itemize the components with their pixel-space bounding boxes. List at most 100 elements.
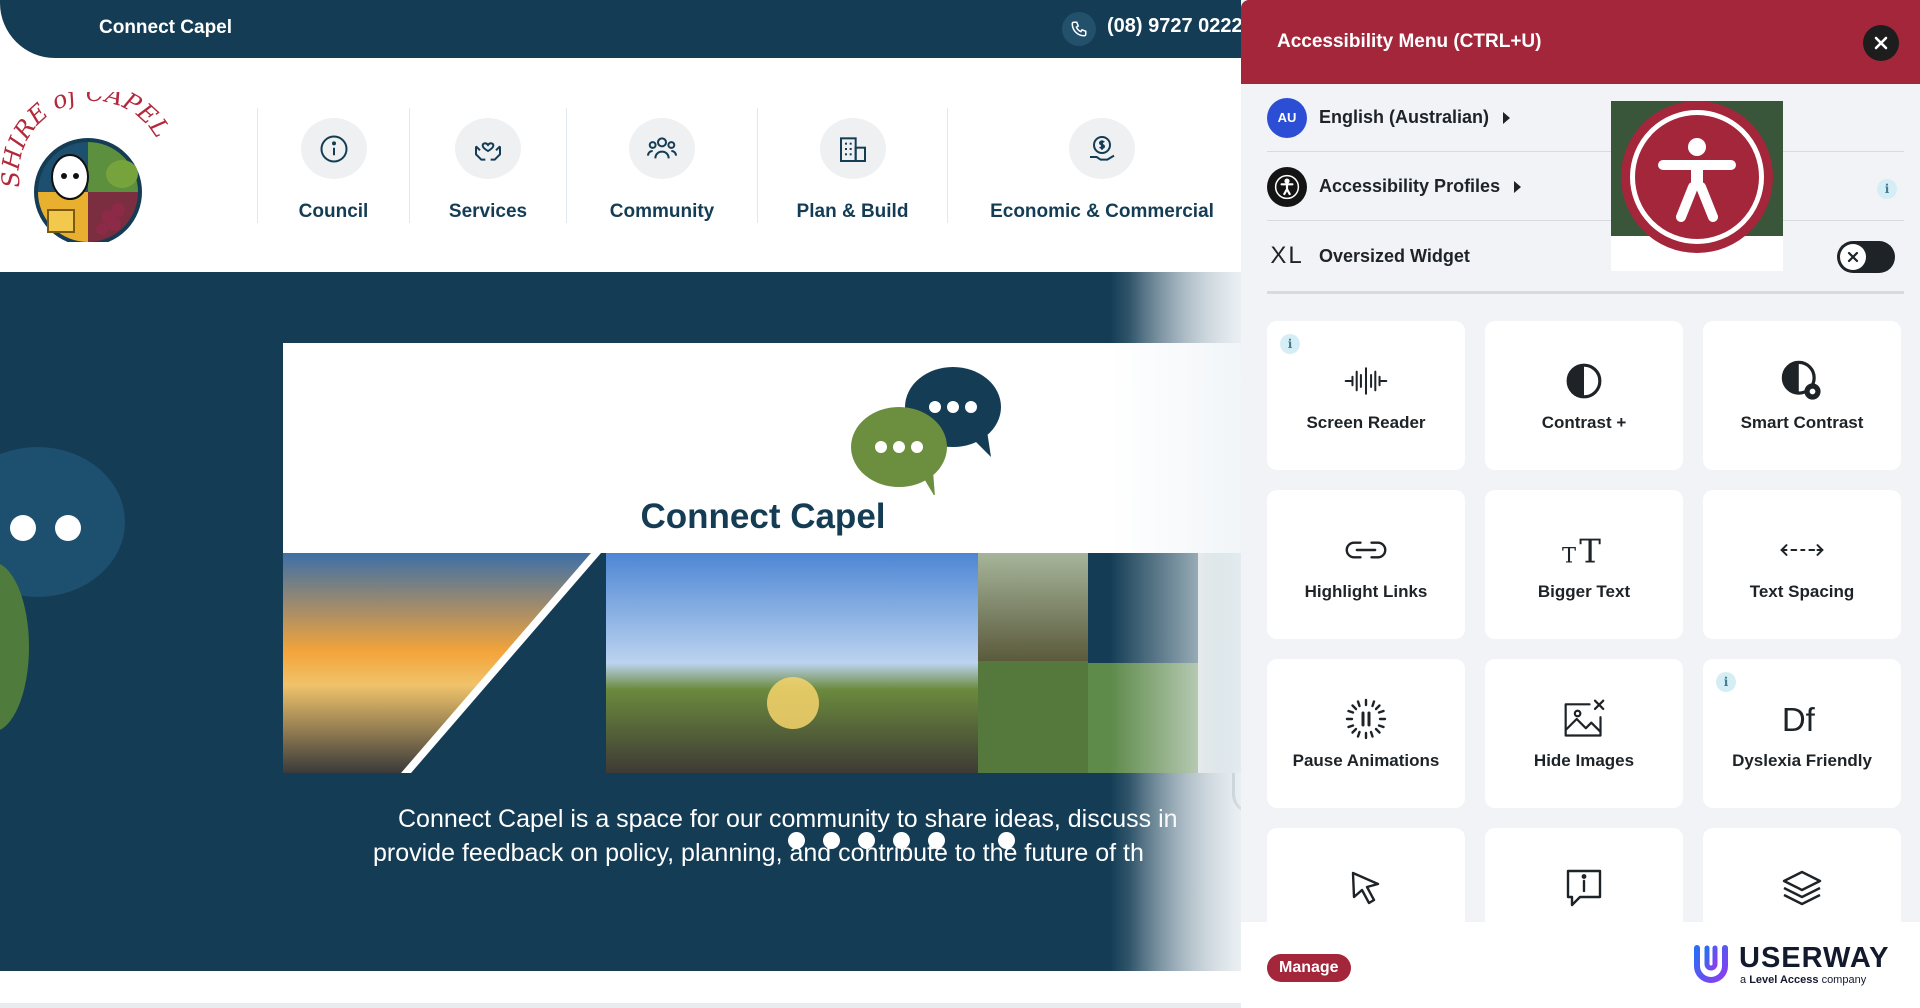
carousel-dot[interactable] [928,832,945,849]
language-selector[interactable]: AU English (Australian) [1267,84,1904,152]
site-brand-link[interactable]: Connect Capel [99,17,232,39]
text-spacing-tile[interactable]: Text Spacing [1703,490,1901,639]
text-size-icon: TT [1562,528,1606,572]
panel-divider [1267,291,1904,294]
chat-bubble-decoration [0,447,125,597]
nav-label: Community [609,201,715,222]
shire-logo[interactable]: SHIRE of CAPEL [0,79,175,246]
nav-services[interactable]: Services [409,108,566,223]
language-badge: AU [1267,97,1307,138]
toggle-off-icon [1840,244,1866,270]
info-icon[interactable]: i [1716,672,1736,692]
hide-images-tile[interactable]: Hide Images [1485,659,1683,808]
pause-circle-icon [1344,697,1388,741]
nav-label: Economic & Commercial [990,201,1214,222]
hero-card-title: Connect Capel [640,497,886,536]
close-button[interactable] [1863,25,1899,61]
oversized-widget-row: XL Oversized Widget [1267,222,1904,290]
panel-title: Accessibility Menu (CTRL+U) [1277,31,1542,52]
highlight-links-tile[interactable]: Highlight Links [1267,490,1465,639]
carousel-dot[interactable] [998,832,1015,849]
tile-label: Bigger Text [1537,582,1631,601]
nav-community[interactable]: Community [566,108,757,223]
hero-fade-overlay [1110,272,1250,971]
svg-text:Df: Df [1782,701,1816,738]
caret-right-icon [1514,180,1522,193]
nav-council[interactable]: Council [257,108,409,223]
profiles-label: Accessibility Profiles [1319,176,1501,196]
carousel-dot[interactable] [858,832,875,849]
dyslexia-friendly-tile[interactable]: i Df Dyslexia Friendly [1703,659,1901,808]
tile-label: Highlight Links [1304,582,1428,601]
money-hand-icon [1069,118,1135,179]
tile-label: Hide Images [1533,751,1635,770]
carousel-dots [788,832,1015,849]
tiles-viewport: i Screen Reader Contrast + Smart Contras… [1241,321,1920,922]
people-icon [629,118,695,179]
accessibility-panel: Accessibility Menu (CTRL+U) AU English (… [1241,0,1920,1008]
carousel-dot-spacer [963,832,980,849]
bigger-text-tile[interactable]: TT Bigger Text [1485,490,1683,639]
close-icon [1874,36,1888,50]
tile-label: Text Spacing [1749,582,1855,601]
userway-u-icon [1694,945,1728,983]
oversized-widget-toggle[interactable] [1837,241,1895,273]
link-icon [1344,528,1388,572]
panel-header: Accessibility Menu (CTRL+U) [1241,0,1920,84]
userway-logo[interactable]: USERWAY a Level Access company [1689,940,1899,990]
phone-number-link[interactable]: (08) 9727 0222 [1107,15,1243,38]
carousel-dot[interactable] [823,832,840,849]
hands-heart-icon [455,118,521,179]
chat-bubbles-icon [833,355,1013,497]
tile-label: Dyslexia Friendly [1732,751,1872,770]
sound-wave-icon [1344,359,1388,403]
feature-grid: i Screen Reader Contrast + Smart Contras… [1267,321,1904,922]
svg-text:T: T [1579,533,1601,567]
hero-photo-collage [283,553,1243,773]
building-icon [819,118,886,179]
tile-label: Smart Contrast [1740,413,1864,432]
nav-economic-commercial[interactable]: Economic & Commercial [947,108,1256,223]
language-label: English (Australian) [1319,107,1490,127]
hero-description-line: provide feedback on policy, planning, an… [373,839,1144,867]
info-icon[interactable]: i [1877,179,1897,199]
accessibility-person-icon [1658,138,1736,222]
tooltip-icon [1562,866,1606,910]
svg-text:T: T [1562,542,1576,567]
userway-widget-button[interactable] [1611,101,1783,271]
layers-icon [1780,866,1824,910]
vendor-name: USERWAY [1739,942,1890,974]
nav-plan-build[interactable]: Plan & Build [757,108,947,223]
spacing-arrows-icon [1780,528,1824,572]
pause-animations-tile[interactable]: Pause Animations [1267,659,1465,808]
phone-icon [1062,12,1096,46]
vendor-tagline: a Level Access company [1740,974,1867,986]
carousel-dot[interactable] [788,832,805,849]
tile-label: Contrast + [1541,413,1627,432]
carousel-dot[interactable] [893,832,910,849]
oversized-widget-label: Oversized Widget [1319,245,1470,266]
tile-label: Pause Animations [1292,751,1440,770]
cursor-icon [1344,866,1388,910]
hide-image-icon [1562,697,1606,741]
nav-label: Plan & Build [796,201,909,222]
accessibility-profiles[interactable]: Accessibility Profiles [1267,153,1904,221]
tooltips-tile[interactable] [1485,828,1683,922]
screen-reader-tile[interactable]: i Screen Reader [1267,321,1465,470]
main-nav: Council Services Community Plan & Build … [257,108,1256,223]
nav-label: Council [298,201,369,222]
smart-contrast-tile[interactable]: Smart Contrast [1703,321,1901,470]
contrast-plus-tile[interactable]: Contrast + [1485,321,1683,470]
tile-label: Screen Reader [1306,413,1426,432]
cursor-tile[interactable] [1267,828,1465,922]
manage-button[interactable]: Manage [1267,954,1351,982]
info-icon[interactable]: i [1280,334,1300,354]
hero-description: Connect Capel is a space for our communi… [0,802,1240,870]
hero-card: Connect Capel [283,343,1243,773]
page-structure-tile[interactable] [1703,828,1901,922]
nav-label: Services [448,201,528,222]
dyslexia-font-icon: Df [1780,697,1824,741]
contrast-icon [1562,359,1606,403]
page: Connect Capel (08) 9727 0222 SHIRE of CA… [0,0,1920,1008]
hero-description-line: Connect Capel is a space for our communi… [398,805,1178,833]
